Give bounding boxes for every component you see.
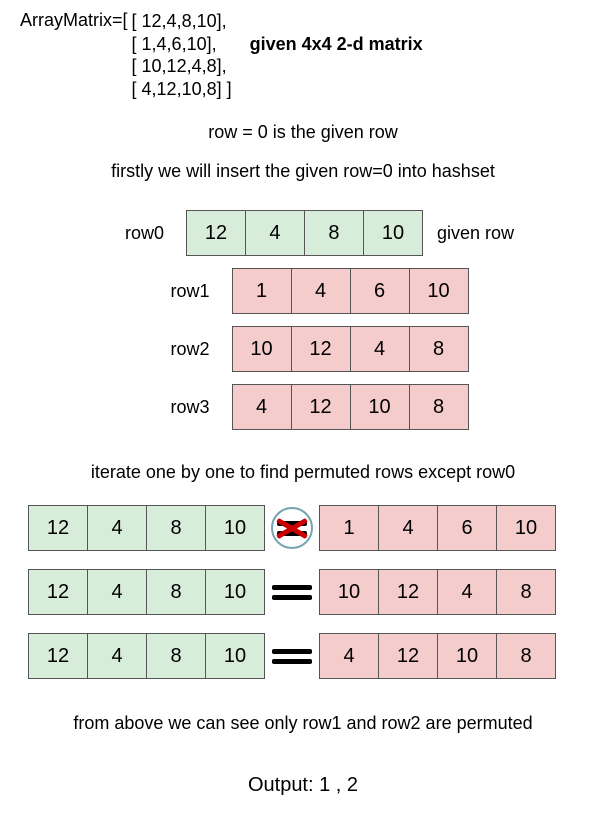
cell: 12 [378,633,438,679]
cell: 12 [378,569,438,615]
cell: 4 [437,569,497,615]
explain-hashset: firstly we will insert the given row=0 i… [20,161,586,182]
cell: 12 [28,633,88,679]
matrix-definition: ArrayMatrix=[ [ 12,4,8,10], [ 1,4,6,10],… [20,10,586,100]
cell: 4 [87,633,147,679]
cell-row: 101248 [232,326,469,372]
row-label: row3 [138,397,210,418]
cell-row: 412108 [232,384,469,430]
cell-row: 124810 [28,505,265,551]
explain-iterate: iterate one by one to find permuted rows… [20,462,586,483]
cell: 4 [245,210,305,256]
cell: 12 [291,384,351,430]
cell-row: 124810 [28,569,265,615]
cell: 8 [146,569,206,615]
matrix-rows: [ 12,4,8,10], [ 1,4,6,10], [ 10,12,4,8],… [132,10,232,100]
cell: 4 [87,569,147,615]
cell: 12 [291,326,351,372]
matrix-row-text: [ 1,4,6,10], [132,33,232,56]
matrix-row-text: [ 4,12,10,8] ] [132,78,232,101]
cell: 10 [437,633,497,679]
cell: 12 [28,505,88,551]
cell: 10 [205,505,265,551]
not-equals-icon [265,508,319,548]
cell: 8 [496,569,556,615]
cell-row: 14610 [232,268,469,314]
cell: 12 [186,210,246,256]
cell: 4 [378,505,438,551]
matrix-label: ArrayMatrix=[ [20,10,132,31]
matrix-row-text: [ 12,4,8,10], [132,10,232,33]
matrix-row-text: [ 10,12,4,8], [132,55,232,78]
row-line: row3 412108 [138,384,469,430]
cell: 8 [304,210,364,256]
cell-row: 101248 [319,569,556,615]
equals-icon [265,649,319,664]
row-label: row0 [92,223,164,244]
row-line: row0 124810 given row [92,210,514,256]
cell: 4 [232,384,292,430]
cell: 10 [409,268,469,314]
cell: 10 [232,326,292,372]
cell: 10 [205,633,265,679]
explain-given-row: row = 0 is the given row [20,122,586,143]
cell: 6 [350,268,410,314]
cell: 1 [232,268,292,314]
cell: 4 [350,326,410,372]
row-label: row1 [138,281,210,302]
row-label: row2 [138,339,210,360]
comparison-block: 12481014610124810101248124810412108 [20,505,586,679]
cell: 4 [291,268,351,314]
cell: 8 [496,633,556,679]
cell: 8 [409,384,469,430]
row-right-label: given row [437,223,514,244]
cell: 6 [437,505,497,551]
explain-conclusion: from above we can see only row1 and row2… [20,713,586,734]
cell: 10 [496,505,556,551]
cell-row: 14610 [319,505,556,551]
equals-icon [265,585,319,600]
cell: 10 [319,569,379,615]
output-text: Output: 1 , 2 [20,774,586,797]
cell-row: 124810 [186,210,423,256]
comparison-line: 12481014610 [28,505,586,551]
comparison-line: 124810101248 [28,569,586,615]
cell-row: 412108 [319,633,556,679]
matrix-caption: given 4x4 2-d matrix [250,34,423,55]
cell: 8 [409,326,469,372]
cell: 12 [28,569,88,615]
cell: 10 [205,569,265,615]
cell: 4 [319,633,379,679]
comparison-line: 124810412108 [28,633,586,679]
cell-row: 124810 [28,633,265,679]
cell: 10 [363,210,423,256]
cell: 4 [87,505,147,551]
cell: 8 [146,633,206,679]
row-line: row1 14610 [138,268,469,314]
row-line: row2 101248 [138,326,469,372]
rows-block: row0124810given rowrow114610row2101248ro… [20,210,586,430]
cell: 1 [319,505,379,551]
cell: 10 [350,384,410,430]
cell: 8 [146,505,206,551]
